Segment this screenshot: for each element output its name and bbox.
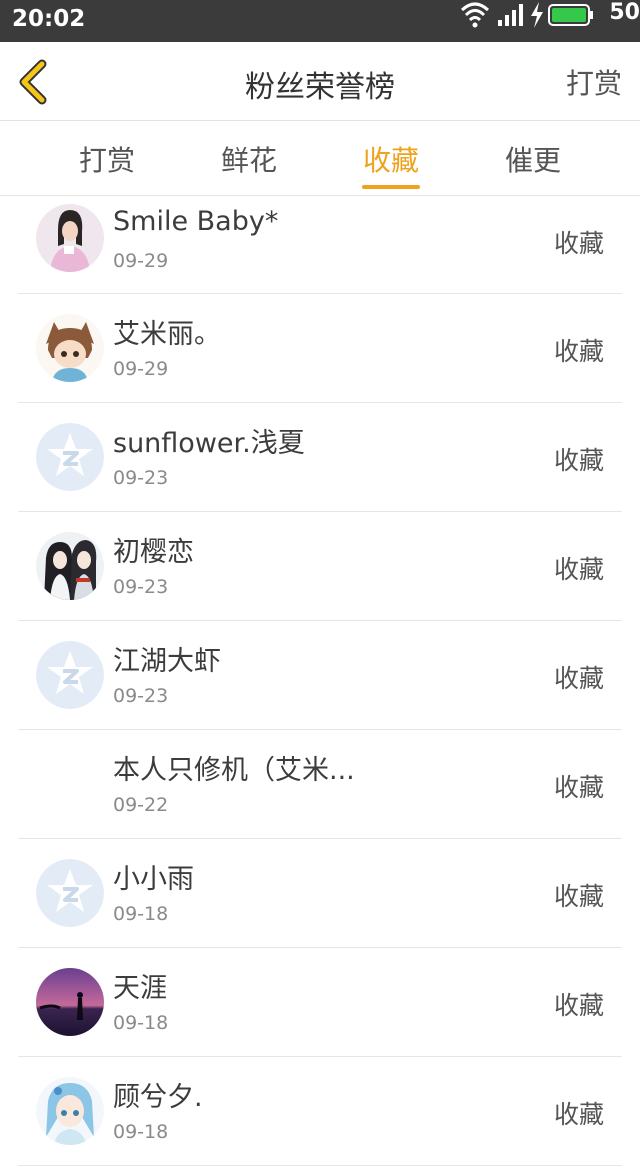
- user-name: 顾兮夕.: [113, 1082, 203, 1113]
- user-name: 江湖大虾: [113, 646, 221, 677]
- battery-level: 50: [609, 0, 640, 25]
- list-item[interactable]: 顾兮夕. 09-18 收藏: [18, 1057, 622, 1166]
- avatar: [36, 314, 104, 382]
- signal-icon: [498, 4, 523, 26]
- wifi-icon: [460, 2, 490, 28]
- reward-button[interactable]: 打赏: [566, 62, 622, 102]
- avatar: [36, 532, 104, 600]
- user-name: 小小雨: [113, 864, 194, 895]
- charging-icon: [531, 2, 543, 28]
- list-item[interactable]: 本人只修机（艾米... 09-22 收藏: [18, 730, 622, 839]
- tab-reward[interactable]: 打赏: [47, 139, 167, 179]
- avatar: [36, 641, 104, 709]
- user-name: Smile Baby*: [113, 206, 279, 237]
- list-item[interactable]: 初樱恋 09-23 收藏: [18, 512, 622, 621]
- list-item[interactable]: 艾米丽。 09-29 收藏: [18, 294, 622, 403]
- list-item[interactable]: Smile Baby* 09-29 收藏: [18, 196, 622, 294]
- avatar: [36, 859, 104, 927]
- action-label: 收藏: [553, 229, 604, 258]
- status-bar: 20:02 50: [0, 0, 640, 42]
- date-label: 09-23: [113, 685, 169, 707]
- action-label: 收藏: [553, 773, 604, 802]
- avatar: [36, 968, 104, 1036]
- avatar: [36, 204, 104, 272]
- tab-urge-update[interactable]: 催更: [473, 139, 593, 179]
- battery-icon: [548, 4, 593, 26]
- action-label: 收藏: [553, 991, 604, 1020]
- user-name: 本人只修机（艾米...: [113, 755, 355, 786]
- fan-list: Smile Baby* 09-29 收藏 艾米丽。 09-29 收藏 sunfl…: [0, 196, 640, 1166]
- user-name: 艾米丽。: [113, 319, 221, 350]
- action-label: 收藏: [553, 664, 604, 693]
- avatar: [36, 423, 104, 491]
- top-nav-bar: 粉丝荣誉榜 打赏: [0, 42, 640, 121]
- action-label: 收藏: [553, 882, 604, 911]
- status-time: 20:02: [12, 6, 86, 32]
- date-label: 09-29: [113, 358, 169, 380]
- date-label: 09-18: [113, 1012, 169, 1034]
- date-label: 09-18: [113, 1121, 169, 1143]
- date-label: 09-18: [113, 903, 169, 925]
- page-title: 粉丝荣誉榜: [245, 70, 395, 105]
- action-label: 收藏: [553, 337, 604, 366]
- date-label: 09-23: [113, 576, 169, 598]
- tab-flowers[interactable]: 鲜花: [189, 139, 309, 179]
- list-item[interactable]: 小小雨 09-18 收藏: [18, 839, 622, 948]
- list-item[interactable]: sunflower.浅夏 09-23 收藏: [18, 403, 622, 512]
- action-label: 收藏: [553, 446, 604, 475]
- date-label: 09-22: [113, 794, 169, 816]
- tab-bar: 打赏 鲜花 收藏 催更: [0, 121, 640, 196]
- tab-favorites[interactable]: 收藏: [331, 139, 451, 179]
- list-item[interactable]: 江湖大虾 09-23 收藏: [18, 621, 622, 730]
- user-name: sunflower.浅夏: [113, 428, 305, 459]
- user-name: 初樱恋: [113, 537, 194, 568]
- date-label: 09-23: [113, 467, 169, 489]
- avatar: [36, 1077, 104, 1145]
- list-item[interactable]: 天涯 09-18 收藏: [18, 948, 622, 1057]
- action-label: 收藏: [553, 1100, 604, 1129]
- active-tab-indicator: [362, 185, 420, 189]
- date-label: 09-29: [113, 250, 169, 272]
- user-name: 天涯: [113, 973, 167, 1004]
- action-label: 收藏: [553, 555, 604, 584]
